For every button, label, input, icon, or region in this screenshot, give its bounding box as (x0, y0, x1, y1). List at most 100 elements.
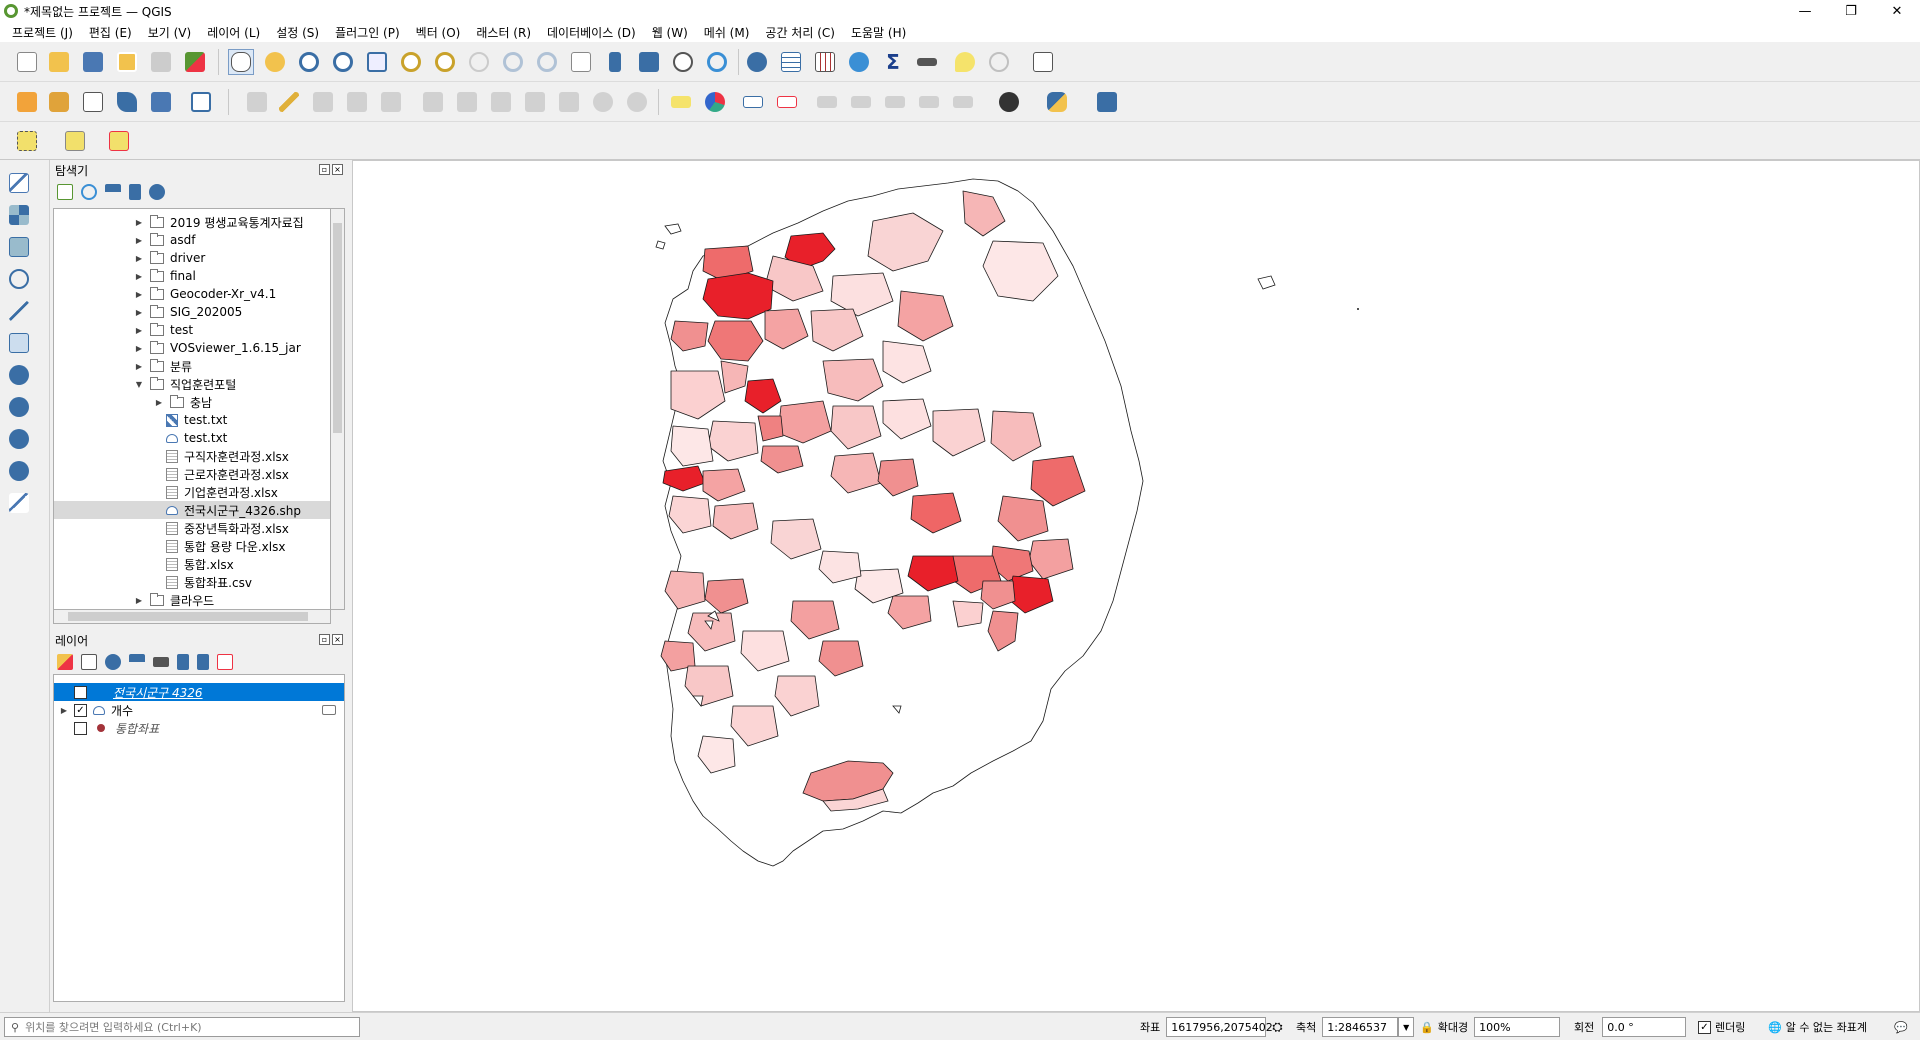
collapse-all-layers-icon[interactable] (197, 654, 209, 670)
help-icon[interactable] (1094, 89, 1120, 115)
layer-indicator-icon[interactable] (322, 705, 336, 715)
zoom-out-icon[interactable] (330, 49, 356, 75)
properties-info-icon[interactable] (149, 184, 165, 200)
lock-scale-icon[interactable]: 🔒 (1420, 1021, 1434, 1034)
modify-attributes-icon[interactable] (420, 89, 446, 115)
browser-item[interactable]: test.txt (54, 429, 330, 447)
browser-item[interactable]: ▶ Geocoder-Xr_v4.1 (54, 285, 330, 303)
undo-icon[interactable] (590, 89, 616, 115)
menu-plugins[interactable]: 플러그인 (P) (327, 24, 408, 41)
browser-item[interactable]: 중장년특화과정.xlsx (54, 519, 330, 537)
add-vector-layer-icon[interactable] (46, 89, 72, 115)
add-wcs-icon[interactable] (6, 458, 32, 484)
browser-tree[interactable]: ▶ 2019 평생교육통계자료집 ▶ asdf ▶ driver ▶ final ▶ Geocod… (53, 208, 331, 610)
vertex-tool-icon[interactable] (378, 89, 404, 115)
scale-combobox[interactable]: 1:2846537 (1322, 1017, 1399, 1037)
add-xyz-icon[interactable] (6, 394, 32, 420)
filter-expression-icon[interactable] (153, 657, 169, 667)
label-properties-icon[interactable] (950, 89, 976, 115)
measure-icon[interactable] (914, 49, 940, 75)
processing-toolbox-icon[interactable] (846, 49, 872, 75)
add-group-icon[interactable] (81, 654, 97, 670)
expand-arrow-icon[interactable]: ▶ (134, 362, 144, 371)
data-source-manager-icon[interactable] (14, 89, 40, 115)
layer-row-sigungu[interactable]: 전국시군구 4326 (54, 683, 344, 701)
highlight-pinned-labels-icon[interactable] (740, 89, 766, 115)
add-wfs-icon[interactable] (6, 426, 32, 452)
expand-arrow-icon[interactable]: ▶ (134, 272, 144, 281)
browser-item[interactable]: ▶ final (54, 267, 330, 285)
refresh-browser-icon[interactable] (81, 184, 97, 200)
add-mesh-icon[interactable] (6, 234, 32, 260)
minimize-button[interactable]: — (1782, 0, 1828, 22)
refresh-icon[interactable] (704, 49, 730, 75)
browser-item[interactable]: test.txt (54, 411, 330, 429)
current-edits-icon[interactable] (244, 89, 270, 115)
add-delimited-text-icon[interactable] (80, 89, 106, 115)
browser-item[interactable]: ▶ 분류 (54, 357, 330, 375)
add-virtual-icon[interactable] (6, 330, 32, 356)
menu-web[interactable]: 웹 (W) (644, 24, 696, 41)
layer-styling-icon[interactable] (57, 654, 73, 670)
expand-arrow-icon[interactable]: ▶ (54, 706, 74, 715)
browser-item[interactable]: ▶ SIG_202005 (54, 303, 330, 321)
float-layers-panel-icon[interactable]: ▫ (319, 634, 330, 645)
pan-to-selection-icon[interactable] (262, 49, 288, 75)
menu-settings[interactable]: 설정 (S) (268, 24, 327, 41)
browser-item[interactable]: ▶ test (54, 321, 330, 339)
save-project-icon[interactable] (80, 49, 106, 75)
filter-browser-icon[interactable] (105, 184, 121, 200)
new-project-icon[interactable] (14, 49, 40, 75)
menu-raster[interactable]: 래스터 (R) (468, 24, 539, 41)
python-console-icon[interactable] (1044, 89, 1070, 115)
show-hide-labels-icon[interactable] (814, 89, 840, 115)
zoom-next-icon[interactable] (534, 49, 560, 75)
toggle-extent-icon[interactable]: ⛭ (1272, 1020, 1282, 1035)
add-wms-icon[interactable] (6, 362, 32, 388)
plugin-eye-icon[interactable] (996, 89, 1022, 115)
menu-edit[interactable]: 편집 (E) (81, 24, 140, 41)
menu-mesh[interactable]: 메쉬 (M) (696, 24, 758, 41)
messages-icon[interactable]: 💬 (1894, 1017, 1908, 1037)
select-features-icon[interactable] (14, 128, 40, 154)
add-delimited-icon[interactable] (6, 266, 32, 292)
crs-group[interactable]: 🌐 알 수 없는 좌표계 (1768, 1017, 1867, 1037)
move-label-icon[interactable] (848, 89, 874, 115)
new-layer-icon[interactable] (188, 89, 214, 115)
expand-arrow-icon[interactable]: ▶ (134, 218, 144, 227)
expand-arrow-icon[interactable]: ▶ (154, 398, 164, 407)
manage-map-themes-icon[interactable] (105, 654, 121, 670)
save-edits-icon[interactable] (310, 89, 336, 115)
zoom-layer-icon[interactable] (432, 49, 458, 75)
rotation-spinbox[interactable]: 0.0 ° (1602, 1017, 1687, 1037)
redo-icon[interactable] (624, 89, 650, 115)
field-calculator-icon[interactable] (812, 49, 838, 75)
toggle-editing-icon[interactable] (276, 89, 302, 115)
browser-item[interactable]: ▶ asdf (54, 231, 330, 249)
map-canvas[interactable] (352, 160, 1920, 1012)
attribute-table-icon[interactable] (778, 49, 804, 75)
browser-item[interactable]: 전국시군구_4326.shp (54, 501, 330, 519)
browser-item[interactable]: ▶ 충남 (54, 393, 330, 411)
browser-item[interactable]: 통합.xlsx (54, 555, 330, 573)
expand-arrow-icon[interactable]: ▶ (134, 326, 144, 335)
add-virtual-layer-icon[interactable] (148, 89, 174, 115)
menu-project[interactable]: 프로젝트 (J) (4, 24, 81, 41)
zoom-in-icon[interactable] (296, 49, 322, 75)
browser-item[interactable]: ▶ 2019 평생교육통계자료집 (54, 213, 330, 231)
annotation-icon[interactable] (986, 49, 1012, 75)
layers-tree[interactable]: 전국시군구 4326 ▶ ✓ 개수 통합좌표 (53, 674, 345, 1002)
layer-visibility-checkbox[interactable] (74, 721, 87, 735)
add-spatialite-icon[interactable] (114, 89, 140, 115)
layer-visibility-checkbox[interactable] (74, 685, 87, 699)
close-layers-panel-icon[interactable]: × (332, 634, 343, 645)
layer-row-points[interactable]: 통합좌표 (54, 719, 344, 737)
add-vector-icon[interactable] (6, 170, 32, 196)
add-feature-icon[interactable] (344, 89, 370, 115)
add-raster-icon[interactable] (6, 202, 32, 228)
expand-arrow-icon[interactable]: ▶ (134, 308, 144, 317)
show-bookmarks-icon[interactable] (636, 49, 662, 75)
menu-processing[interactable]: 공간 처리 (C) (757, 24, 843, 41)
remove-layer-icon[interactable] (217, 654, 233, 670)
browser-item[interactable]: 기업훈련과정.xlsx (54, 483, 330, 501)
